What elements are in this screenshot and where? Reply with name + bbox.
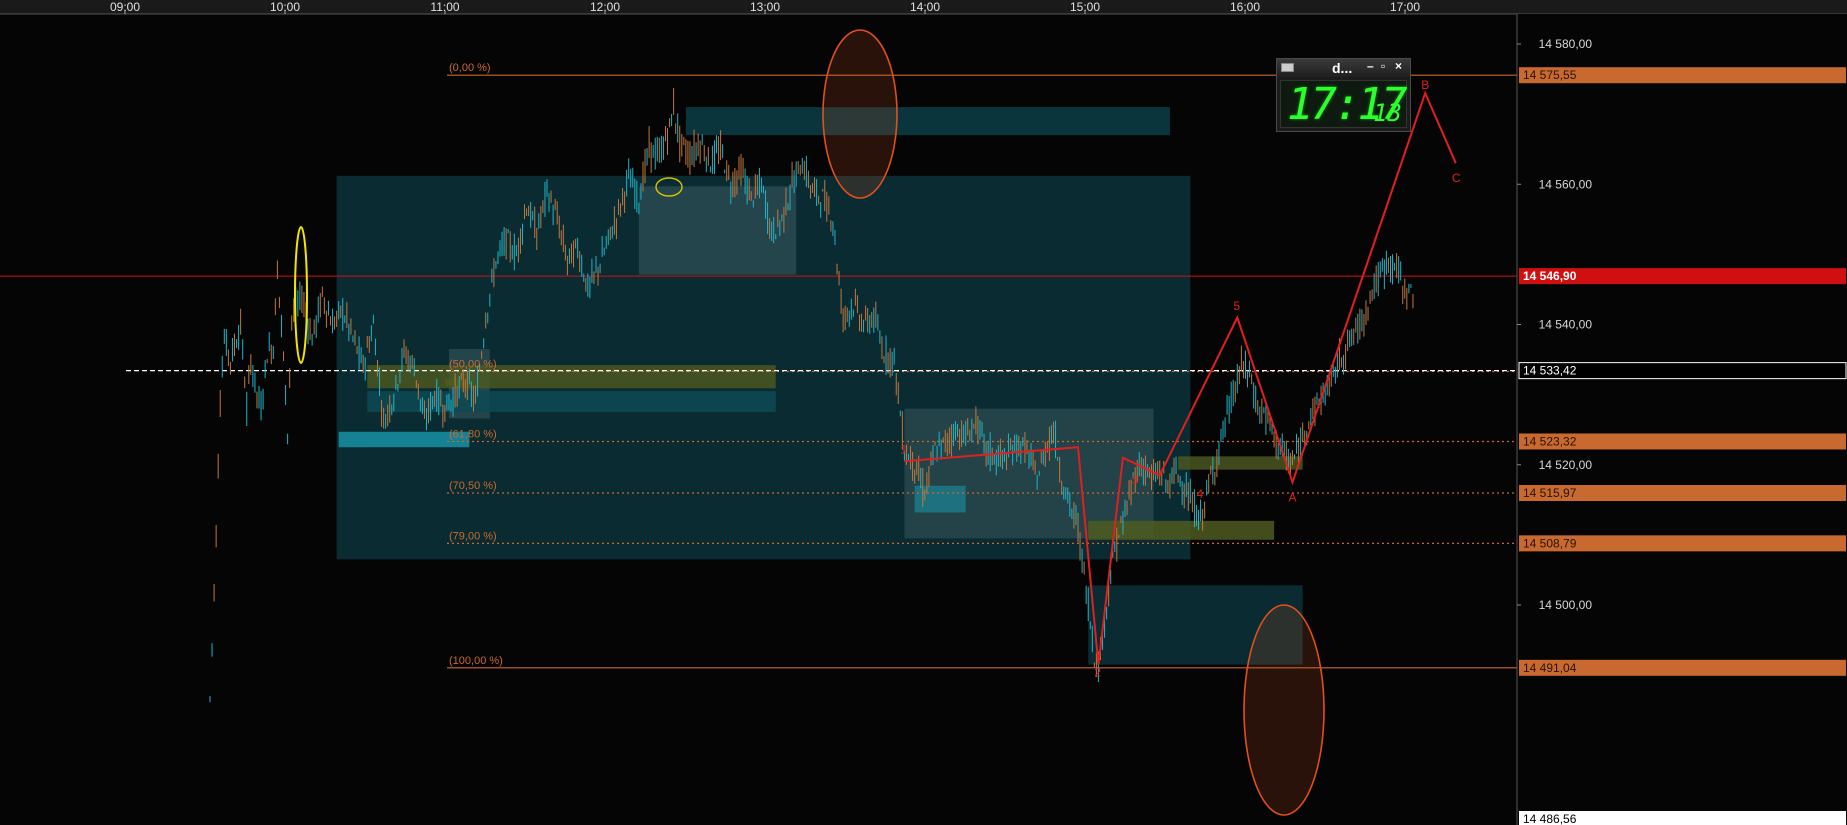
price-axis: 14 500,00 14 520,00 14 540,00 14 560,00 14 5… bbox=[1516, 14, 1847, 825]
fib-label: (61,80 %) bbox=[449, 428, 497, 440]
price-tag-label: 14 508,79 bbox=[1523, 536, 1577, 550]
price-tick-label: 14 500,00 bbox=[1539, 598, 1593, 612]
wave-label: 1 bbox=[900, 443, 907, 457]
price-tag-label: 14 546,90 bbox=[1523, 269, 1577, 283]
wave-label: B bbox=[1421, 78, 1429, 92]
price-tag-label: 14 515,97 bbox=[1523, 486, 1577, 500]
time-tick-label: 15:00 bbox=[1070, 0, 1100, 14]
time-tick-label: 13:00 bbox=[750, 0, 780, 14]
price-tick-label: 14 520,00 bbox=[1539, 458, 1593, 472]
time-tick-label: 17:00 bbox=[1390, 0, 1420, 14]
price-tag-label: 14 491,04 bbox=[1523, 661, 1577, 675]
clock-seconds: 13 bbox=[1373, 99, 1402, 127]
zone-box bbox=[367, 365, 776, 389]
minimize-button[interactable]: – bbox=[1367, 59, 1374, 73]
zone-box bbox=[1088, 520, 1275, 540]
clock-window[interactable]: d... – ▫ × 17:17 13 bbox=[1276, 58, 1411, 132]
zone-box bbox=[638, 186, 797, 275]
maximize-button[interactable]: ▫ bbox=[1381, 59, 1385, 73]
clock-title: d... bbox=[1332, 60, 1353, 76]
price-tag-label: 14 575,55 bbox=[1523, 68, 1577, 82]
wave-label: 3 bbox=[1131, 473, 1138, 487]
time-tick-label: 12:00 bbox=[590, 0, 620, 14]
zone-box bbox=[914, 485, 966, 513]
highlight-ellipse bbox=[822, 29, 898, 199]
close-button[interactable]: × bbox=[1395, 59, 1402, 73]
wave-label: A bbox=[1288, 490, 1296, 504]
price-tag-label: 14 523,32 bbox=[1523, 434, 1577, 448]
wave-label: 4 bbox=[1197, 487, 1204, 501]
time-tick-label: 14:00 bbox=[910, 0, 940, 14]
highlight-ellipse bbox=[1243, 604, 1325, 816]
price-tag-label: 14 533,42 bbox=[1523, 364, 1577, 378]
fib-label: (79,00 %) bbox=[449, 530, 497, 542]
trading-chart[interactable]: (0,00 %) (50,00 %) (61,80 %) (70,50 %) (79,0… bbox=[0, 0, 1847, 825]
price-tag-label: 14 486,56 bbox=[1523, 812, 1577, 825]
wave-label: C bbox=[1452, 171, 1461, 185]
time-tick-label: 10:00 bbox=[270, 0, 300, 14]
clock-display: 17:17 13 bbox=[1280, 79, 1407, 130]
clock-titlebar[interactable]: d... – ▫ × bbox=[1277, 59, 1410, 77]
zone-box bbox=[444, 378, 464, 386]
time-tick-label: 11:00 bbox=[430, 0, 459, 14]
wave-label: 5 bbox=[1233, 299, 1240, 313]
time-tick-label: 16:00 bbox=[1230, 0, 1260, 14]
fib-label: (50,00 %) bbox=[449, 358, 497, 370]
time-tick-label: 09:00 bbox=[110, 0, 140, 14]
fib-label: (0,00 %) bbox=[449, 62, 491, 74]
fib-label: (100,00 %) bbox=[449, 655, 503, 667]
price-tick-label: 14 580,00 bbox=[1539, 37, 1593, 51]
zone-box bbox=[685, 107, 1170, 136]
fib-label: (70,50 %) bbox=[449, 480, 497, 492]
window-icon bbox=[1281, 63, 1294, 72]
price-axis-bg bbox=[1517, 14, 1847, 825]
price-tick-label: 14 560,00 bbox=[1539, 177, 1593, 191]
wave-label: 2 bbox=[1094, 666, 1101, 680]
price-tick-label: 14 540,00 bbox=[1539, 318, 1593, 332]
